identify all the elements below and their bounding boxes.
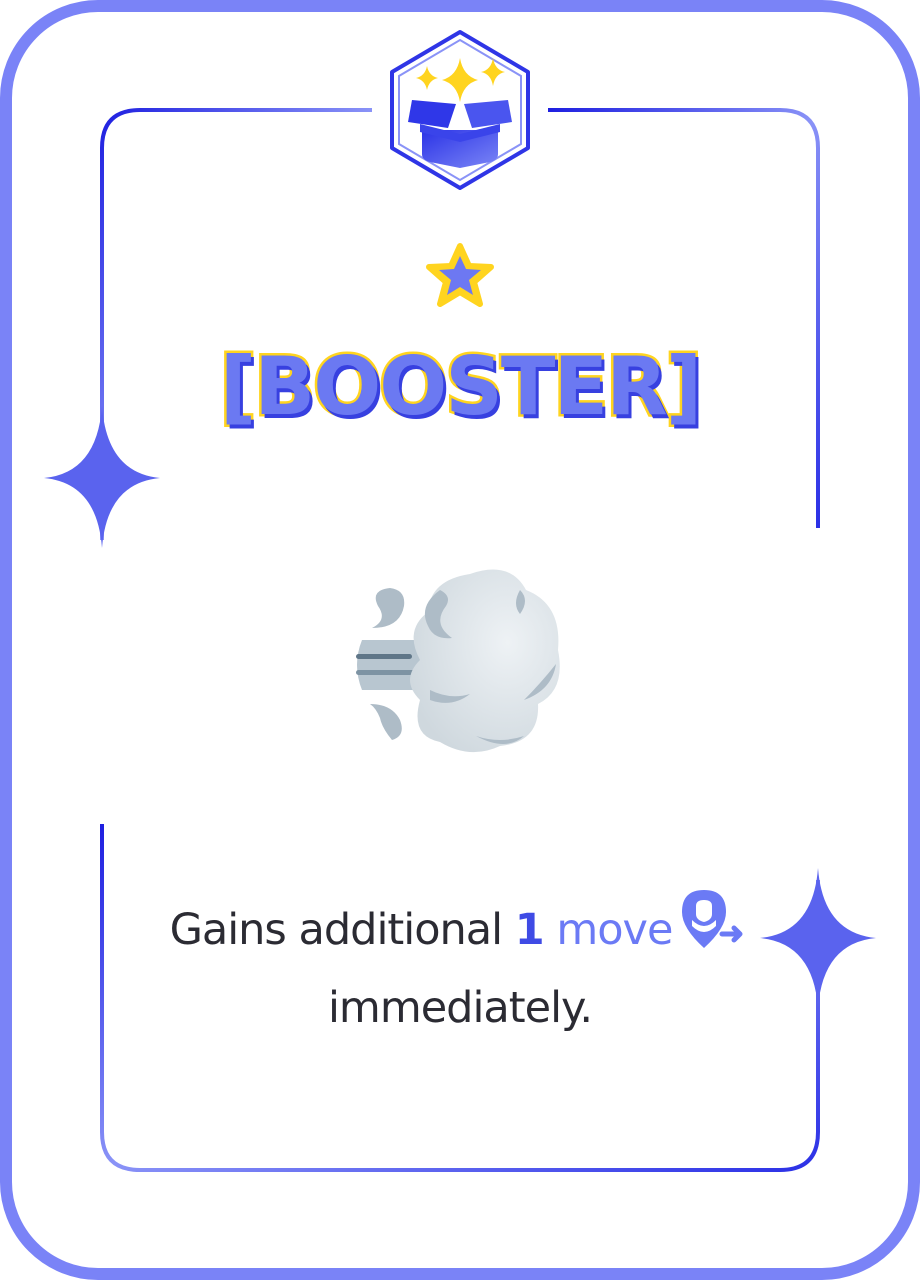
effect-unit: move [556, 905, 673, 955]
effect-amount: 1 [514, 905, 545, 955]
wind-blowing-cloud-icon [356, 569, 560, 753]
booster-card[interactable]: [BOOSTER] Gains additional 1 move immedi… [0, 0, 920, 1280]
effect-description: Gains additional 1 move immediately. [100, 886, 820, 1042]
card-type-title: [BOOSTER] [217, 338, 705, 436]
move-location-icon [678, 886, 750, 974]
card-frame [0, 0, 920, 1280]
effect-suffix: immediately. [327, 983, 593, 1033]
effect-prefix: Gains additional [169, 905, 515, 955]
